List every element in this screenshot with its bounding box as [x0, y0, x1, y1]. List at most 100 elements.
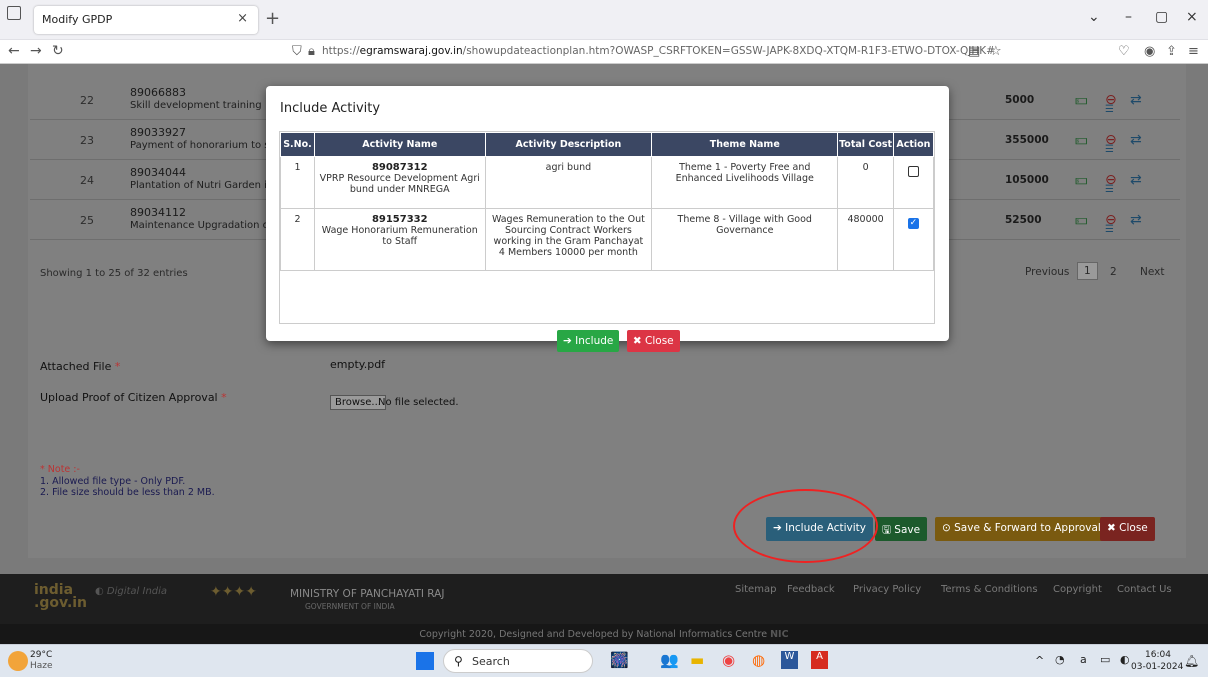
acrobat-icon[interactable]: A — [811, 651, 828, 669]
swap-icon[interactable]: ⇄ — [1130, 172, 1142, 188]
list-icon[interactable]: ☰ — [1105, 144, 1114, 155]
tab-list-icon[interactable] — [7, 6, 21, 20]
save-forward-button[interactable]: ⊙ Save & Forward to Approval — [935, 517, 1108, 541]
swap-icon[interactable]: ⇄ — [1130, 132, 1142, 148]
minimize-icon[interactable]: – — [1125, 9, 1132, 25]
word-icon[interactable]: W — [781, 651, 798, 669]
footer-link[interactable]: Feedback — [787, 584, 835, 595]
activity-cost: 0 — [837, 156, 894, 209]
display-icon[interactable]: ▭ — [1100, 653, 1110, 666]
site-footer: india .gov.in ◐ Digital India ✦✦✦✦ MINIST… — [0, 574, 1208, 624]
emblem-icon: ✦✦✦✦ — [210, 584, 257, 600]
list-icon[interactable]: ☰ — [1105, 184, 1114, 195]
chevron-down-icon[interactable]: ⌄ — [1088, 9, 1100, 25]
footer-link[interactable]: Terms & Conditions — [941, 584, 1038, 595]
browser-tab[interactable]: Modify GPDP × — [34, 6, 258, 34]
network-tray-icon[interactable]: ◔ — [1055, 653, 1065, 666]
weather-temp[interactable]: 29°C — [30, 650, 52, 660]
lock-icon[interactable]: 🔒︎ — [308, 44, 315, 59]
select-checkbox[interactable] — [907, 166, 919, 177]
url-field[interactable]: ⛉ 🔒︎ https://egramswaraj.gov.in/showupda… — [292, 41, 995, 63]
footer-link[interactable]: Copyright — [1053, 584, 1102, 595]
save-button[interactable]: 🖫 Save — [875, 517, 928, 541]
copyright-bar: Copyright 2020, Designed and Developed b… — [0, 624, 1208, 644]
notification-bell-icon[interactable]: 🔔︎ — [1184, 654, 1199, 668]
taskbar-search[interactable]: ⚲ Search — [443, 649, 593, 673]
list-icon[interactable]: ☰ — [1105, 104, 1114, 115]
activity-theme: Theme 1 - Poverty Free and Enhanced Live… — [651, 156, 839, 209]
activity-name: 89157332 Wage Honorarium Remuneration to … — [313, 208, 486, 271]
column-header: Activity Description — [484, 132, 653, 157]
account-icon[interactable]: ◉ — [1144, 44, 1155, 59]
money-icon[interactable]: 💵︎ — [1075, 92, 1088, 108]
close-tab-icon[interactable]: × — [237, 11, 248, 26]
row-amount: 105000 — [1005, 174, 1049, 186]
close-window-icon[interactable]: × — [1186, 9, 1198, 25]
select-checkbox[interactable]: ✓ — [907, 218, 919, 229]
swap-icon[interactable]: ⇄ — [1130, 212, 1142, 228]
weather-icon[interactable] — [8, 651, 28, 671]
modal-close-button[interactable]: ✖ Close — [626, 330, 680, 352]
browser-tab-bar: Modify GPDP × + ⌄ – ▢ × — [0, 0, 1208, 40]
clock-time[interactable]: 16:04 — [1145, 650, 1171, 660]
pager-next[interactable]: Next — [1140, 266, 1164, 278]
row-activity-desc: Payment of honorarium to swe — [130, 140, 284, 151]
close-button[interactable]: ✖ Close — [1100, 517, 1155, 541]
include-button[interactable]: ➔ Include — [557, 330, 620, 352]
shield-icon[interactable]: ⛉ — [292, 44, 302, 59]
swap-icon[interactable]: ⇄ — [1130, 92, 1142, 108]
language-icon[interactable]: a — [1080, 653, 1087, 666]
tray-chevron-icon[interactable]: ^ — [1035, 654, 1044, 667]
back-icon[interactable]: ← — [8, 43, 20, 59]
clock-date[interactable]: 03-01-2024 — [1131, 662, 1183, 672]
url-domain: egramswaraj.gov.in — [359, 45, 463, 57]
chrome-icon[interactable]: ◉ — [722, 651, 735, 669]
money-icon[interactable]: 💵︎ — [1075, 132, 1088, 148]
activity-row: 2 89157332 Wage Honorarium Remuneration to… — [280, 208, 935, 271]
money-icon[interactable]: 💵︎ — [1075, 172, 1088, 188]
search-icon: ⚲ — [454, 654, 463, 668]
volume-icon[interactable]: ◐ — [1120, 653, 1130, 666]
reload-icon[interactable]: ↻ — [52, 43, 64, 59]
firefox-icon[interactable]: ◍ — [752, 651, 765, 669]
url-prefix: https:// — [322, 45, 360, 57]
footer-link[interactable]: Contact Us — [1117, 584, 1172, 595]
extensions-icon[interactable]: ⇪ — [1166, 44, 1177, 59]
pocket-icon[interactable]: ♡ — [1118, 44, 1130, 59]
upload-proof-label: Upload Proof of Citizen Approval * — [40, 391, 227, 404]
column-header: Total Cost — [837, 132, 894, 157]
team-app-icon[interactable]: 👥 — [660, 651, 679, 669]
pager-previous[interactable]: Previous — [1025, 266, 1069, 278]
footer-link[interactable]: Privacy Policy — [853, 584, 921, 595]
weather-status[interactable]: Haze — [30, 661, 53, 671]
new-tab-icon[interactable]: + — [265, 8, 280, 29]
search-placeholder: Search — [472, 655, 510, 668]
attached-file-value[interactable]: empty.pdf — [330, 358, 385, 371]
row-activity-id: 89034044 — [130, 166, 186, 179]
money-icon[interactable]: 💵︎ — [1075, 212, 1088, 228]
file-explorer-icon[interactable]: ▬ — [690, 651, 704, 669]
menu-icon[interactable]: ≡ — [1188, 44, 1199, 59]
pager-page-2[interactable]: 2 — [1110, 266, 1117, 278]
widgets-app-icon[interactable]: 🎆 — [610, 651, 629, 669]
list-icon[interactable]: ☰ — [1105, 224, 1114, 235]
activity-sno: 2 — [280, 208, 315, 271]
note-line-2: 2. File size should be less than 2 MB. — [40, 487, 215, 498]
row-sno: 24 — [80, 174, 94, 187]
column-header: Theme Name — [651, 132, 839, 157]
reader-view-icon[interactable]: ▤ — [968, 44, 980, 59]
restore-icon[interactable]: ▢ — [1155, 9, 1168, 25]
digital-india-logo[interactable]: ◐ Digital India — [95, 586, 167, 597]
row-amount: 5000 — [1005, 94, 1035, 106]
india-gov-logo[interactable]: india .gov.in — [34, 583, 87, 610]
tab-title: Modify GPDP — [42, 13, 113, 26]
column-header: S.No. — [280, 132, 315, 157]
forward-icon[interactable]: → — [30, 43, 42, 59]
bookmark-star-icon[interactable]: ☆ — [990, 44, 1002, 59]
government-name: GOVERNMENT OF INDIA — [305, 602, 395, 611]
windows-start-icon[interactable] — [416, 652, 434, 670]
footer-link[interactable]: Sitemap — [735, 584, 776, 595]
activity-theme: Theme 8 - Village with Good Governance — [651, 208, 839, 271]
row-activity-desc: Plantation of Nutri Garden in A — [130, 180, 284, 191]
pager-page-1[interactable]: 1 — [1077, 262, 1098, 280]
